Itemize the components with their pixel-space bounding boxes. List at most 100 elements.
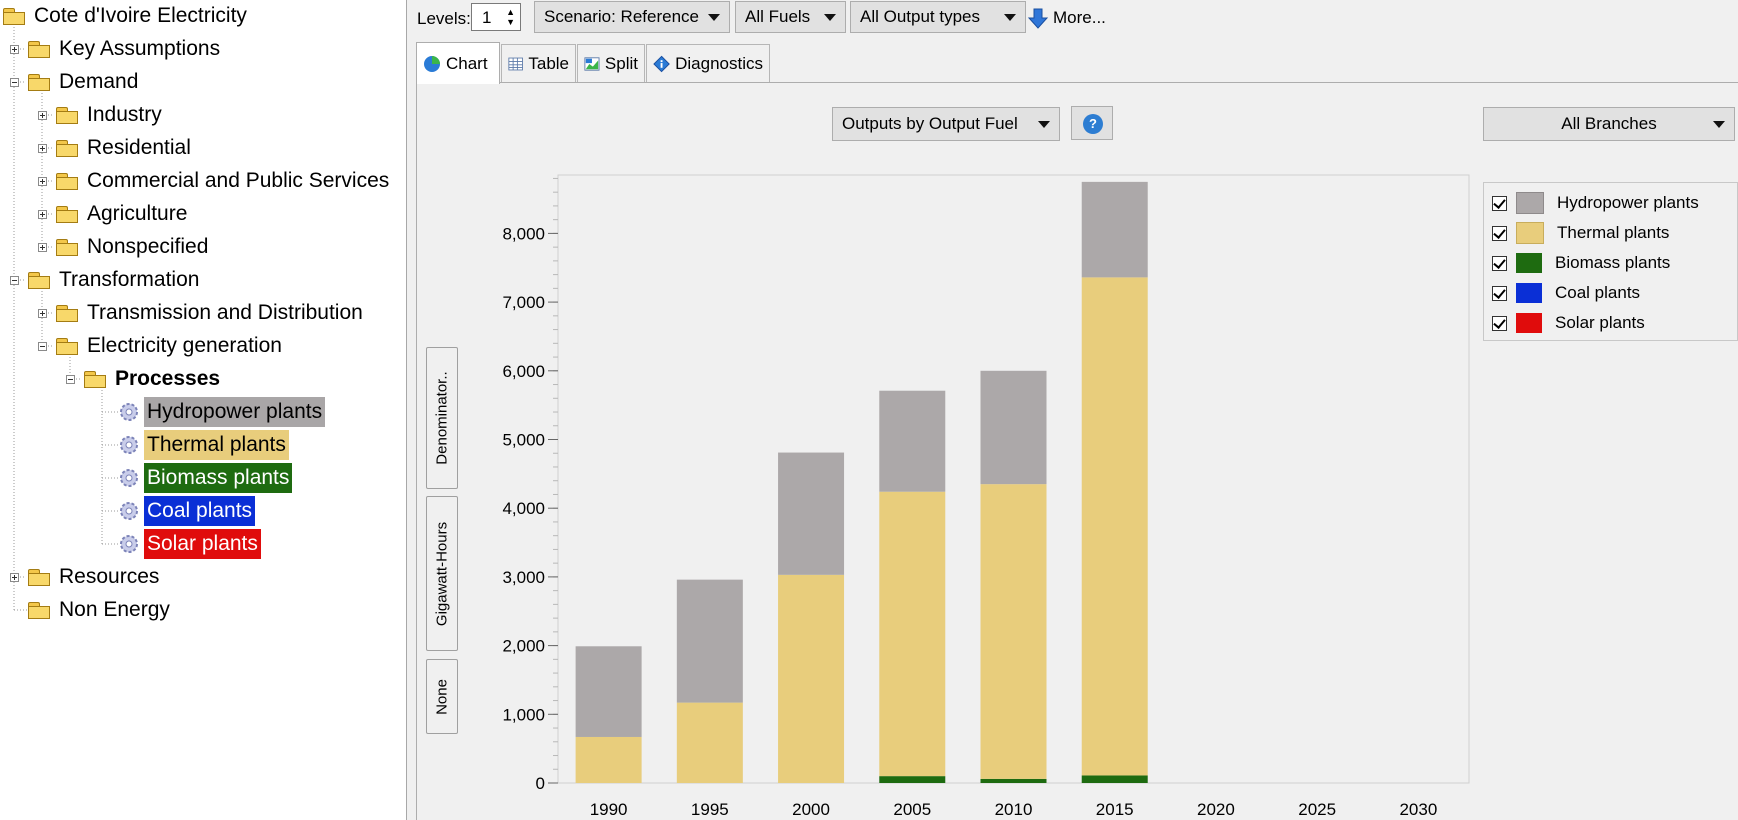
expand-plus-icon[interactable] [10,573,19,582]
folder-icon [56,140,78,157]
tree-item-commercial[interactable]: Commercial and Public Services [56,166,392,196]
y-tick-label: 7,000 [502,293,545,312]
bar-segment [980,778,1047,783]
collapse-minus-icon[interactable] [66,375,75,384]
tree-panel[interactable]: Cote d'Ivoire Electricity Key Assumption… [0,0,407,820]
tree-item-key-assumptions[interactable]: Key Assumptions [28,34,223,64]
legend-item-thermal[interactable]: Thermal plants [1492,221,1669,245]
x-tick-label: 2000 [792,800,830,819]
tree-item-label: Demand [59,70,139,93]
collapse-minus-icon[interactable] [10,78,19,87]
checkbox-checked-icon[interactable] [1492,285,1507,301]
tree-item-hydropower[interactable]: Hydropower plants [118,397,326,427]
tree-item-coal[interactable]: Coal plants [118,496,256,526]
tree-item-agriculture[interactable]: Agriculture [56,199,190,229]
bar-segment [575,736,642,783]
x-tick-label: 2030 [1399,800,1437,819]
bar-segment [778,452,845,575]
y-tick-label: 2,000 [502,637,545,656]
x-tick-label: 2005 [893,800,931,819]
collapse-minus-icon[interactable] [10,276,19,285]
collapse-minus-icon[interactable] [38,342,47,351]
x-tick-label: 1995 [691,800,729,819]
tree-item-label: Transmission and Distribution [87,301,363,324]
x-tick-label: 1990 [590,800,628,819]
checkbox-checked-icon[interactable] [1492,225,1507,241]
tree-item-label: Electricity generation [87,334,282,357]
expand-plus-icon[interactable] [38,177,47,186]
tree-item-label: Processes [115,367,221,390]
bar-segment [575,646,642,737]
tree-item-root[interactable]: Cote d'Ivoire Electricity [3,1,250,31]
legend-label: Thermal plants [1557,223,1670,242]
folder-open-icon [28,74,50,91]
legend-item-biomass[interactable]: Biomass plants [1492,251,1670,275]
bar-segment [980,484,1047,779]
bar-segment [676,579,743,703]
bar-segment [980,370,1047,485]
checkbox-checked-icon[interactable] [1492,255,1507,271]
y-tick-label: 6,000 [502,362,545,381]
expand-plus-icon[interactable] [38,111,47,120]
y-tick-label: 5,000 [502,430,545,449]
gear-icon [120,436,138,454]
legend-item-solar[interactable]: Solar plants [1492,311,1645,335]
gear-icon [120,469,138,487]
folder-open-icon [84,371,106,388]
tree-item-demand[interactable]: Demand [28,67,141,97]
tree-item-label: Coal plants [144,496,256,526]
tree-item-processes[interactable]: Processes [84,364,223,394]
checkbox-checked-icon[interactable] [1492,315,1507,331]
tree-item-nonspecified[interactable]: Nonspecified [56,232,211,262]
tree-item-residential[interactable]: Residential [56,133,194,163]
y-tick-label: 1,000 [502,705,545,724]
folder-icon [56,173,78,190]
folder-icon [56,239,78,256]
pie-chart-icon [424,55,440,72]
expand-plus-icon[interactable] [38,243,47,252]
folder-icon [56,206,78,223]
expand-plus-icon[interactable] [38,210,47,219]
legend-swatch [1516,222,1544,244]
folder-icon [28,41,50,58]
tree-item-thermal[interactable]: Thermal plants [118,430,289,460]
bar-segment [879,776,946,783]
legend-swatch [1516,253,1542,273]
tree-item-label: Key Assumptions [59,37,221,60]
y-tick-label: 4,000 [502,499,545,518]
tree-item-industry[interactable]: Industry [56,100,165,130]
tree-item-label: Hydropower plants [144,397,326,427]
bar-chart: 0 1,000 2,000 3,000 4,000 5,000 6,000 7,000 8,00… [502,174,1470,819]
expand-plus-icon[interactable] [38,144,47,153]
legend-label: Coal plants [1555,283,1641,302]
tree-item-label: Agriculture [87,202,188,225]
tree-item-solar[interactable]: Solar plants [118,529,261,559]
tab-chart[interactable]: Chart [416,42,500,84]
folder-icon [56,305,78,322]
tree-item-non-energy[interactable]: Non Energy [28,595,173,625]
x-tick-label: 2025 [1298,800,1336,819]
legend-swatch [1516,313,1542,333]
tree-item-transmission[interactable]: Transmission and Distribution [56,298,366,328]
tree-item-resources[interactable]: Resources [28,562,162,592]
checkbox-checked-icon[interactable] [1492,195,1507,211]
legend-label: Hydropower plants [1557,193,1699,212]
gear-icon [120,502,138,520]
legend-label: Solar plants [1555,313,1645,332]
legend-item-hydropower[interactable]: Hydropower plants [1492,191,1699,215]
tree-item-transformation[interactable]: Transformation [28,265,202,295]
folder-icon [28,602,50,619]
tree-item-label: Cote d'Ivoire Electricity [34,4,247,27]
y-tick-label: 8,000 [502,224,545,243]
tree-item-biomass[interactable]: Biomass plants [118,463,293,493]
bar-segment [879,390,946,492]
x-tick-label: 2010 [995,800,1033,819]
bar-segment [676,702,743,783]
bar-segment [1081,181,1148,278]
tree-item-label: Residential [87,136,191,159]
expand-plus-icon[interactable] [10,45,19,54]
legend-item-coal[interactable]: Coal plants [1492,281,1640,305]
expand-plus-icon[interactable] [38,309,47,318]
tree-item-electricity-generation[interactable]: Electricity generation [56,331,285,361]
bar-segment [1081,277,1148,776]
